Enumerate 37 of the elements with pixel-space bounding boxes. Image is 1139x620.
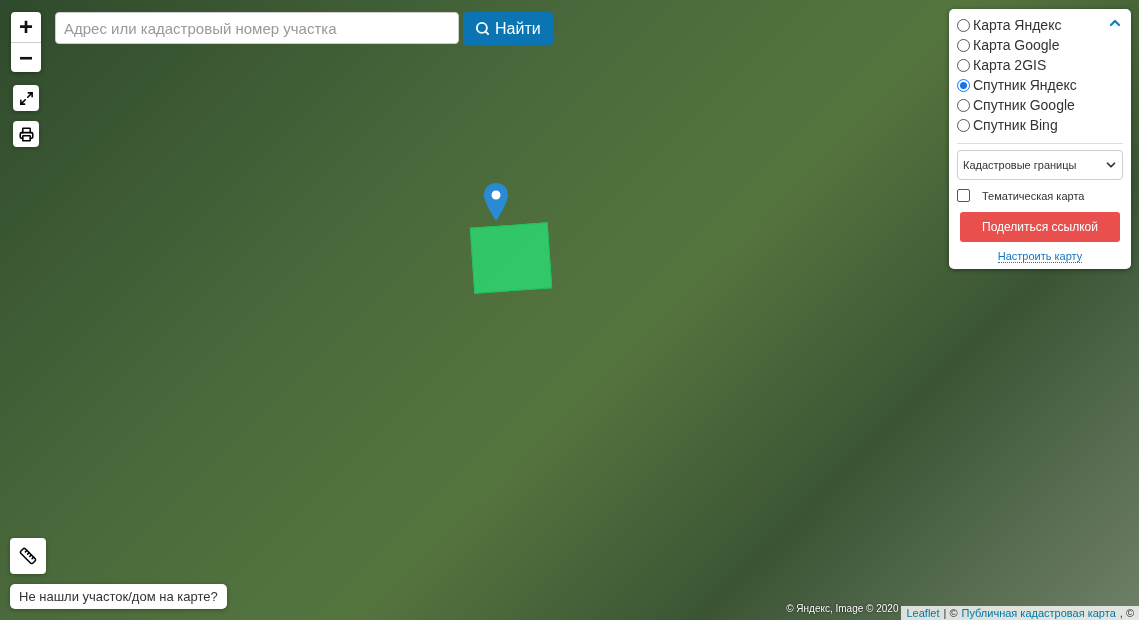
layer-label[interactable]: Карта Google [973,37,1060,53]
zoom-out-button[interactable]: − [11,42,41,72]
overlay-select[interactable]: Кадастровые границы [957,150,1123,180]
zoom-in-button[interactable]: + [11,12,41,42]
attribution-link[interactable]: Публичная кадастровая карта [961,607,1116,619]
ruler-icon [19,547,37,565]
layer-label[interactable]: Карта Яндекс [973,17,1062,33]
map-attribution: © Яндекс, Image © 2020 [786,603,899,614]
layer-label[interactable]: Спутник Яндекс [973,77,1077,93]
layer-label[interactable]: Карта 2GIS [973,57,1047,73]
search-icon [475,21,490,36]
layer-label[interactable]: Спутник Bing [973,117,1058,133]
ruler-button[interactable] [10,538,46,574]
fullscreen-button[interactable] [13,85,39,111]
help-button[interactable]: Не нашли участок/дом на карте? [10,584,227,609]
layer-label[interactable]: Спутник Google [973,97,1075,113]
printer-icon [18,126,34,142]
radio-button[interactable] [957,118,970,132]
search-button[interactable]: Найти [463,12,553,45]
attribution-link[interactable]: Leaflet [906,607,940,619]
satellite-map[interactable] [0,0,1139,620]
selected-parcel[interactable] [469,222,553,294]
settings-link[interactable]: Настроить карту [997,250,1083,263]
map-pin-icon[interactable] [484,183,508,221]
attribution-text: | © [943,607,958,619]
search-field[interactable]: Адрес или кадастровый номер участка [55,12,459,44]
checkbox-label[interactable]: Тематическая карта [982,189,1085,202]
radio-button[interactable] [957,58,970,72]
print-button[interactable] [13,121,39,147]
radio-button[interactable] [957,38,970,52]
radio-button[interactable] [957,18,970,32]
attribution-text: , © [1119,607,1134,619]
share-button[interactable]: Поделиться ссылкой [960,212,1120,242]
checkbox[interactable] [957,189,970,202]
fullscreen-icon [18,90,34,106]
radio-button[interactable] [957,98,970,112]
radio-button[interactable] [957,78,970,92]
